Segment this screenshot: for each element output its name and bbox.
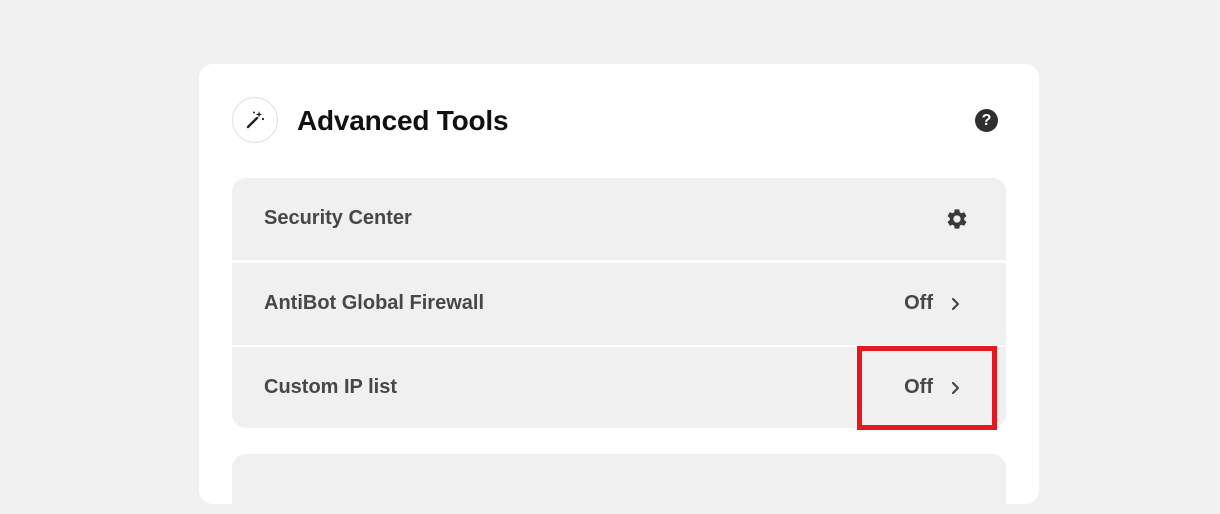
security-center-row[interactable]: Security Center bbox=[232, 178, 1006, 260]
help-icon[interactable]: ? bbox=[975, 109, 998, 132]
chevron-right-icon bbox=[951, 297, 960, 311]
row-label: AntiBot Global Firewall bbox=[264, 292, 485, 314]
magic-wand-icon bbox=[232, 97, 278, 143]
status-value: Off bbox=[904, 292, 933, 314]
row-label: Custom IP list bbox=[264, 376, 397, 398]
card-header: Advanced Tools ? bbox=[232, 97, 1006, 145]
antibot-global-firewall-row[interactable]: AntiBot Global Firewall Off bbox=[232, 263, 1006, 345]
next-settings-group bbox=[232, 454, 1006, 514]
row-label: Security Center bbox=[264, 207, 412, 229]
custom-ip-list-row[interactable]: Custom IP list Off bbox=[232, 347, 1006, 428]
gear-icon[interactable] bbox=[945, 207, 969, 231]
page-title: Advanced Tools bbox=[297, 105, 509, 136]
settings-list: Security Center AntiBot Global Firewall … bbox=[232, 178, 1006, 428]
chevron-right-icon bbox=[951, 381, 960, 395]
status-value: Off bbox=[904, 376, 933, 398]
